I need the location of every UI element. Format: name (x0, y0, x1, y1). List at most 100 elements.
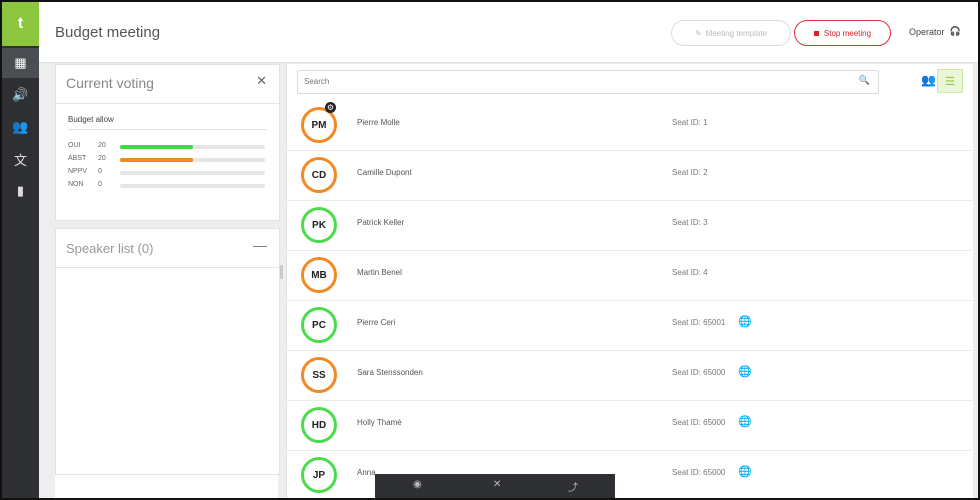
floating-toolbar: ◉ ✕ ⤴ (375, 474, 615, 498)
vote-count: 0 (98, 168, 102, 175)
vote-option-label: ABST (68, 155, 87, 162)
globe-icon: 🌐 (738, 366, 752, 378)
stop-meeting-button[interactable]: Stop meeting (794, 20, 891, 46)
participant-row[interactable]: SS Sara Stenssonden Seat ID: 65000 🌐 (287, 350, 973, 401)
avatar[interactable]: CD (301, 157, 337, 193)
panel-footer (55, 474, 278, 498)
group-view-icon[interactable]: 👥 (921, 73, 936, 87)
stop-meeting-label: Stop meeting (823, 28, 872, 38)
vote-bar (120, 145, 265, 149)
participant-name: Patrick Keller (357, 218, 405, 227)
vote-option-label: NPPV (68, 168, 88, 175)
participant-row[interactable]: PK Patrick Keller Seat ID: 3 (287, 200, 973, 251)
seat-id: Seat ID: 4 (672, 268, 708, 277)
avatar[interactable]: SS (301, 357, 337, 393)
avatar[interactable]: PK (301, 207, 337, 243)
avatar-initials: PM (311, 119, 327, 131)
dashboard-icon[interactable]: ▦ (2, 48, 39, 78)
side-rail: t ▦ 🔊 👥 文 ▮ (2, 2, 39, 498)
globe-icon: 🌐 (738, 466, 752, 478)
document-icon[interactable]: ▮ (2, 176, 39, 206)
avatar[interactable]: MB (301, 257, 337, 293)
vote-count: 20 (98, 155, 106, 162)
search-icon[interactable]: 🔍 (859, 75, 870, 86)
divider (56, 267, 279, 268)
vote-bar (120, 158, 265, 162)
current-voting-panel: Current voting ✕ Budget allow OUI 20 ABST 2… (55, 64, 280, 221)
speaker-list-panel: Speaker list (0) — (55, 228, 280, 475)
close-icon[interactable]: ✕ (493, 479, 501, 490)
users-icon[interactable]: 👥 (2, 112, 39, 142)
vote-subject: Budget allow (68, 115, 114, 124)
logo-glyph: t (17, 15, 24, 32)
vote-option-label: NON (68, 181, 84, 188)
app-logo[interactable]: t (2, 2, 39, 46)
participant-row[interactable]: PC Pierre Ceri Seat ID: 65001 🌐 (287, 300, 973, 351)
participant-name: Camille Dupont (357, 168, 412, 177)
header-bar: Budget meeting ✎ Meeting template Stop m… (39, 2, 978, 63)
vote-row: NON 0 (68, 180, 268, 192)
seat-id: Seat ID: 65000 (672, 468, 726, 477)
vote-bar-fill (120, 158, 193, 162)
share-icon[interactable]: ⤴ (568, 479, 578, 494)
avatar[interactable]: HD (301, 407, 337, 443)
participant-list: PM ⚙ Pierre Molle Seat ID: 1 CD Camille Dupon… (287, 100, 973, 498)
vote-bar-fill (120, 145, 193, 149)
participant-name: Sara Stenssonden (357, 368, 423, 377)
seat-id: Seat ID: 1 (672, 118, 708, 127)
meeting-template-button[interactable]: ✎ Meeting template (671, 20, 791, 46)
vote-bar (120, 184, 265, 188)
participant-row[interactable]: PM ⚙ Pierre Molle Seat ID: 1 (287, 100, 973, 151)
speaker-list-title: Speaker list (0) (66, 241, 154, 256)
avatar[interactable]: PC (301, 307, 337, 343)
globe-icon: 🌐 (738, 316, 752, 328)
operator-menu[interactable]: Operator 🎧 (909, 26, 961, 37)
headset-icon: 🎧 (949, 26, 961, 36)
resize-handle[interactable] (280, 265, 283, 279)
app-window: t ▦ 🔊 👥 文 ▮ Budget meeting ✎ Meeting tem… (0, 0, 980, 500)
search-input[interactable] (298, 71, 850, 92)
participant-row[interactable]: MB Martin Benel Seat ID: 4 (287, 250, 973, 301)
operator-label: Operator (909, 26, 945, 37)
page-title: Budget meeting (55, 24, 161, 41)
list-view-icon[interactable]: ☰ (937, 69, 963, 93)
vote-row: NPPV 0 (68, 167, 268, 179)
vote-row: ABST 20 (68, 154, 268, 166)
seat-id: Seat ID: 65000 (672, 368, 726, 377)
divider (68, 129, 267, 130)
avatar[interactable]: JP (301, 457, 337, 493)
participant-name: Holly Thamé (357, 418, 402, 427)
avatar-initials: CD (311, 169, 327, 181)
participant-name: Martin Benel (357, 268, 402, 277)
speaker-icon[interactable]: 🔊 (2, 80, 39, 110)
seat-id: Seat ID: 65001 (672, 318, 726, 327)
avatar-initials: PC (312, 319, 326, 331)
vote-count: 0 (98, 181, 102, 188)
settings-badge-icon[interactable]: ⚙ (325, 102, 336, 113)
vote-bar (120, 171, 265, 175)
globe-icon: 🌐 (738, 416, 752, 428)
participant-row[interactable]: CD Camille Dupont Seat ID: 2 (287, 150, 973, 201)
participant-name: Pierre Ceri (357, 318, 396, 327)
pencil-icon: ✎ (694, 28, 702, 38)
divider (56, 103, 279, 104)
close-icon[interactable]: ✕ (256, 73, 267, 89)
record-icon[interactable]: ◉ (413, 479, 422, 490)
avatar-initials: MB (311, 269, 327, 281)
avatar-initials: PK (312, 219, 326, 231)
vote-count: 20 (98, 142, 106, 149)
avatar-initials: JP (312, 469, 326, 481)
seat-id: Seat ID: 65000 (672, 418, 726, 427)
participant-name: Anna (357, 468, 376, 477)
search-box: 🔍 (297, 70, 879, 94)
translate-icon[interactable]: 文 (2, 144, 39, 174)
meeting-template-label: Meeting template (705, 28, 768, 38)
avatar-initials: HD (311, 419, 327, 431)
voting-title: Current voting (66, 75, 154, 91)
participant-row[interactable]: HD Holly Thamé Seat ID: 65000 🌐 (287, 400, 973, 451)
participant-name: Pierre Molle (357, 118, 400, 127)
avatar-initials: SS (312, 369, 326, 381)
participants-panel: 🔍 👥 ☰ PM ⚙ Pierre Molle Seat ID: 1 CD Camille… (286, 64, 973, 498)
seat-id: Seat ID: 2 (672, 168, 708, 177)
collapse-icon[interactable]: — (253, 237, 267, 253)
